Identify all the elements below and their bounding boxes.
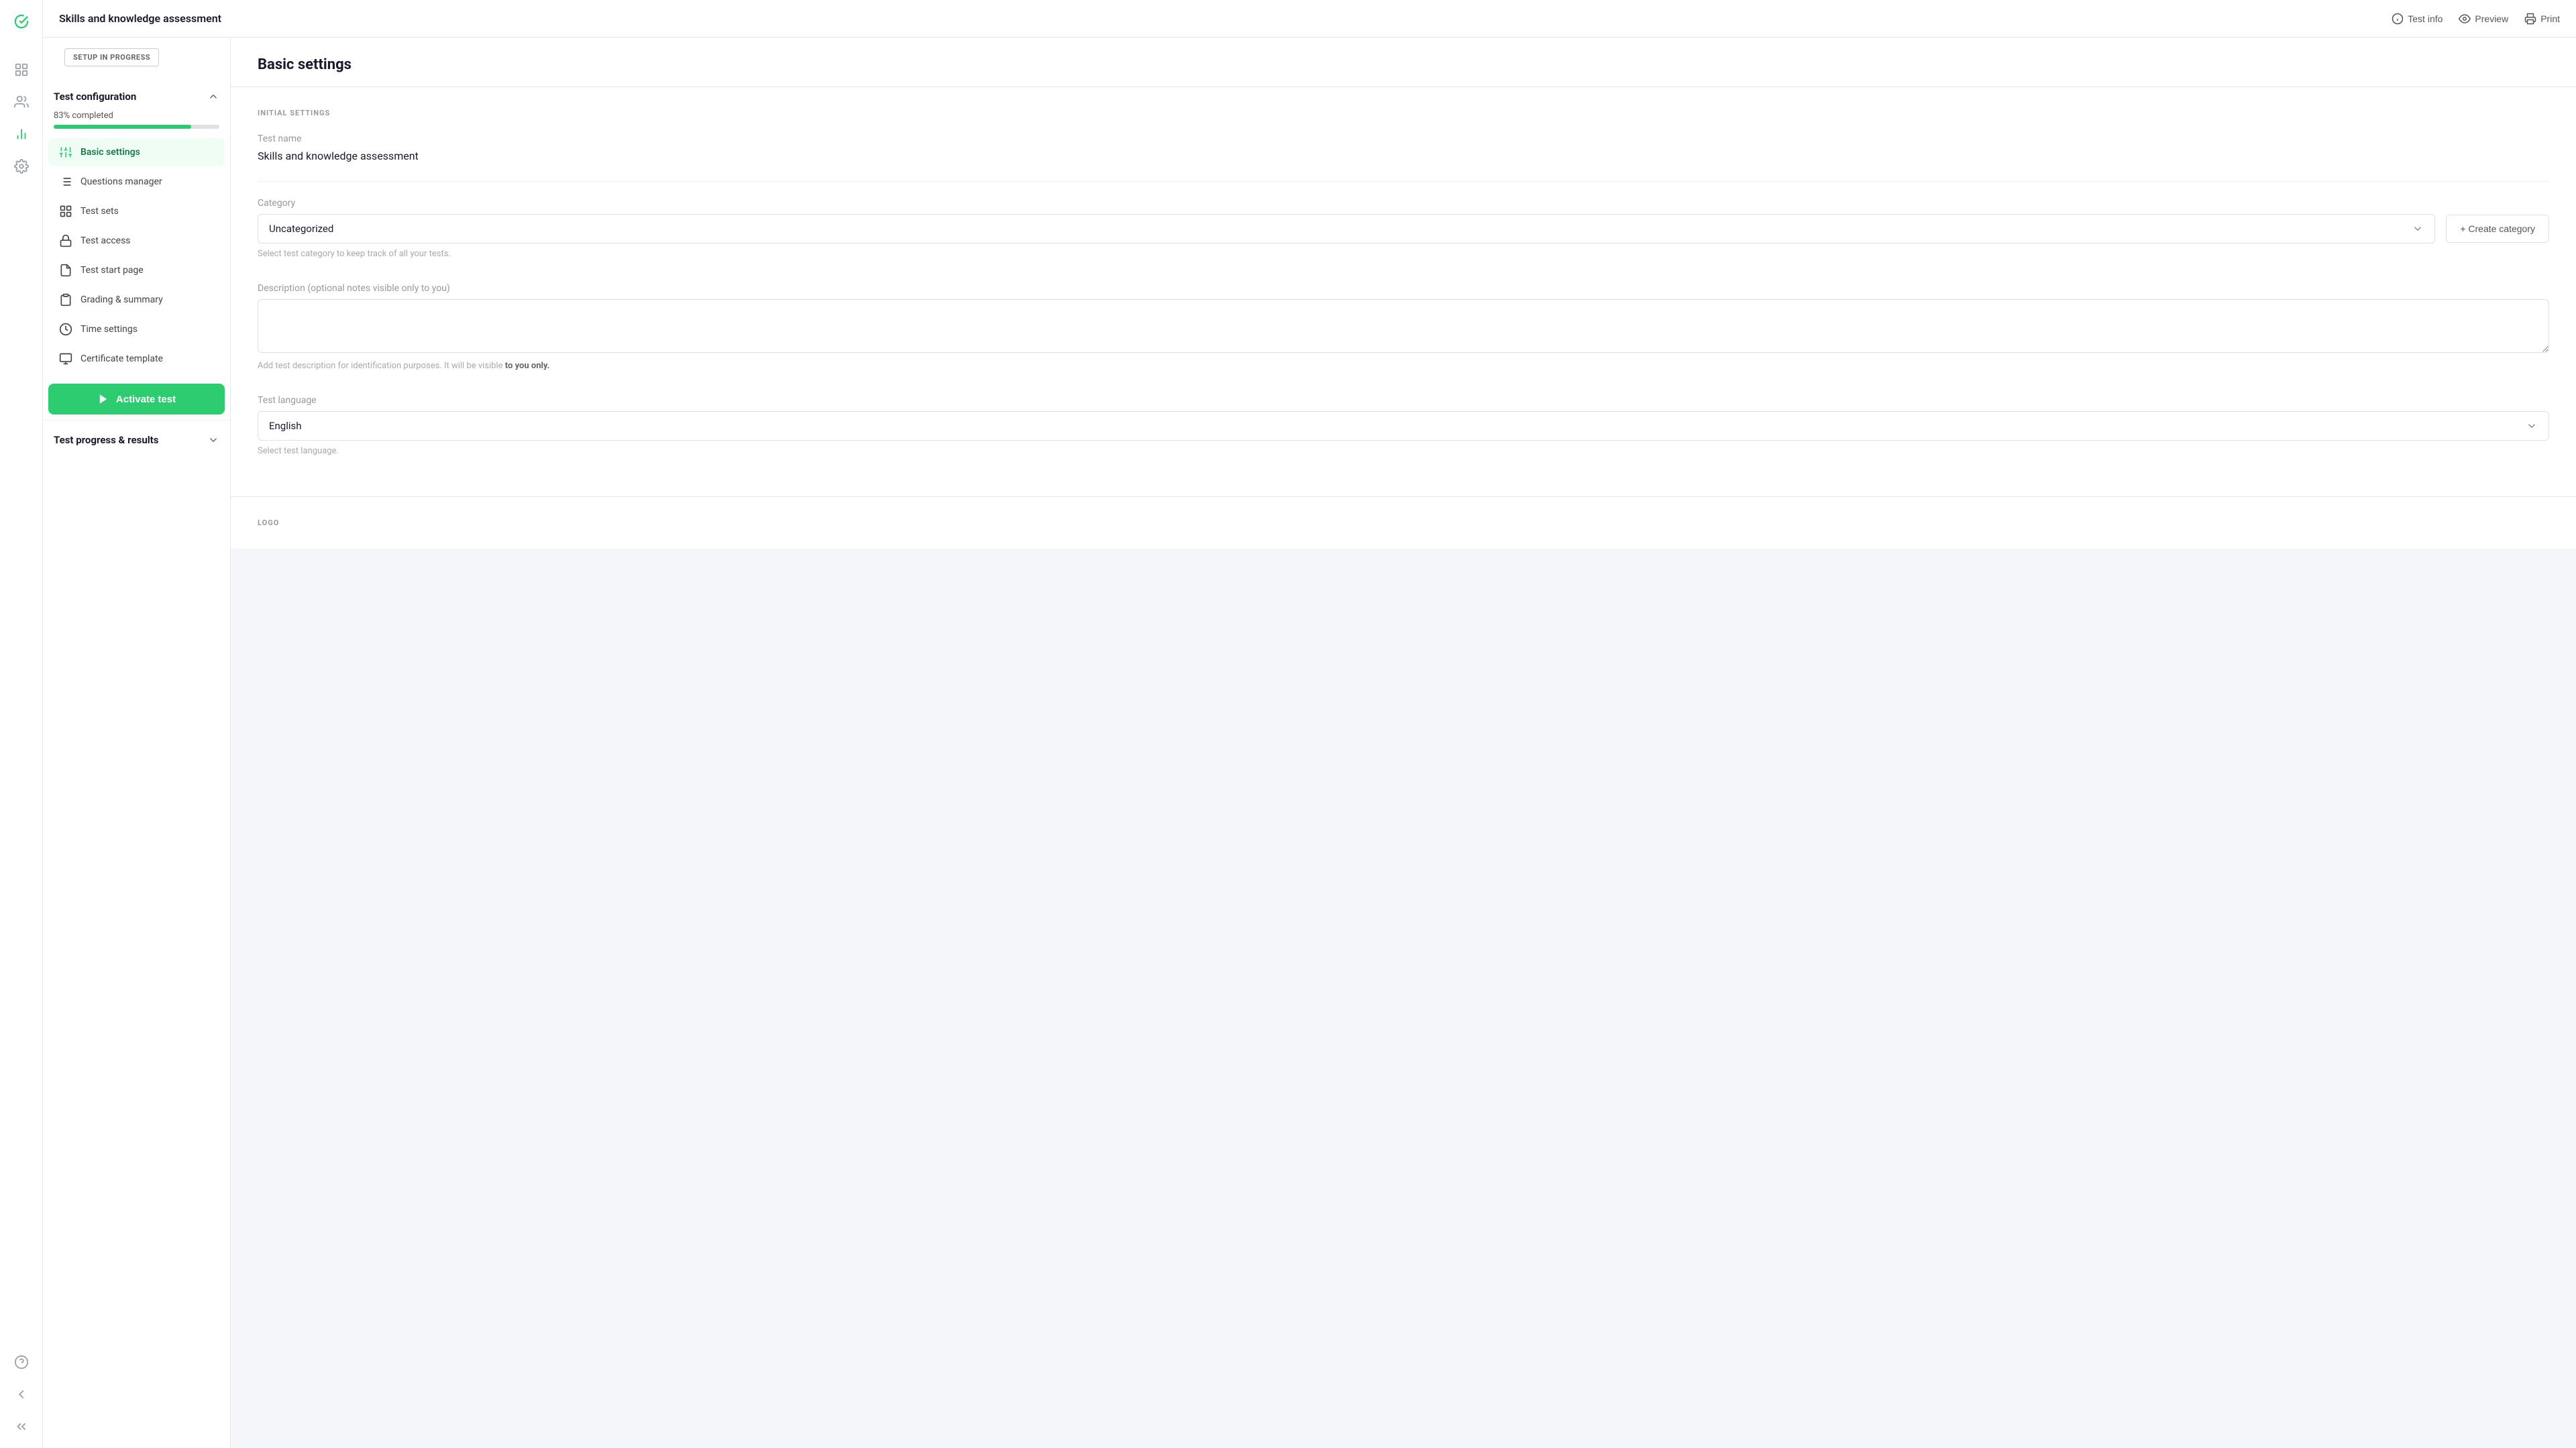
category-label: Category — [258, 198, 2549, 209]
nav-dashboard[interactable] — [8, 56, 35, 83]
nav-users[interactable] — [8, 89, 35, 115]
language-hint: Select test language. — [258, 446, 2549, 456]
progress-row: 83% completed — [43, 108, 230, 137]
top-header: Skills and knowledge assessment Test inf… — [43, 0, 2576, 38]
preview-button[interactable]: Preview — [2459, 13, 2508, 25]
main-content: Basic settings INITIAL SETTINGS Test nam… — [231, 38, 2576, 1448]
language-label: Test language — [258, 395, 2549, 406]
sidebar-item-test-access[interactable]: Test access — [48, 227, 225, 255]
config-section-title: Test configuration — [54, 91, 136, 103]
setup-badge: SETUP IN PROGRESS — [64, 48, 159, 66]
category-select[interactable]: Uncategorized — [258, 214, 2435, 243]
clipboard-icon — [59, 293, 72, 307]
section-title-bar: Basic settings — [231, 38, 2576, 87]
test-info-button[interactable]: Test info — [2392, 13, 2443, 25]
sidebar-item-questions-manager[interactable]: Questions manager — [48, 168, 225, 196]
config-section-header[interactable]: Test configuration — [43, 85, 230, 108]
nav-settings[interactable] — [8, 153, 35, 180]
print-button[interactable]: Print — [2524, 13, 2560, 25]
certificate-icon — [59, 352, 72, 366]
nav-collapse[interactable] — [8, 1413, 35, 1440]
initial-settings-label: INITIAL SETTINGS — [258, 109, 2549, 117]
description-label: Description (optional notes visible only… — [258, 283, 2549, 294]
info-icon — [2392, 13, 2404, 25]
create-category-button[interactable]: + Create category — [2446, 215, 2549, 243]
eye-icon — [2459, 13, 2471, 25]
section-heading: Basic settings — [258, 56, 2549, 73]
icon-bar — [0, 0, 43, 1448]
progress-bar-bg — [54, 125, 219, 129]
logo-label: LOGO — [258, 518, 2549, 527]
category-value: Uncategorized — [269, 223, 333, 235]
description-hint: Add test description for identification … — [258, 361, 2549, 371]
file-icon — [59, 264, 72, 277]
chevron-down-icon — [2526, 420, 2538, 432]
category-group: Category Uncategorized + Create category — [258, 198, 2549, 259]
play-icon — [97, 393, 109, 405]
progress-bar-fill — [54, 125, 191, 129]
description-group: Description (optional notes visible only… — [258, 283, 2549, 371]
results-section-title: Test progress & results — [54, 434, 158, 446]
description-textarea[interactable] — [258, 299, 2549, 353]
initial-settings-card: INITIAL SETTINGS Test name Skills and kn… — [231, 87, 2576, 497]
sidebar-item-certificate-template[interactable]: Certificate template — [48, 345, 225, 373]
nav-tests[interactable] — [8, 121, 35, 148]
language-group: Test language English Select test langua… — [258, 395, 2549, 456]
header-actions: Test info Preview Print — [2392, 13, 2560, 25]
category-hint: Select test category to keep track of al… — [258, 249, 2549, 259]
page-title: Skills and knowledge assessment — [59, 12, 2392, 25]
sidebar-item-test-start-page[interactable]: Test start page — [48, 256, 225, 284]
activate-test-button[interactable]: Activate test — [48, 384, 225, 414]
chevron-down-icon — [207, 434, 219, 446]
progress-text: 83% completed — [54, 111, 219, 121]
list-icon — [59, 175, 72, 188]
chevron-down-icon — [2412, 223, 2424, 235]
sidebar-item-test-sets[interactable]: Test sets — [48, 197, 225, 225]
language-select[interactable]: English — [258, 411, 2549, 441]
sidebar-item-basic-settings[interactable]: Basic settings — [48, 138, 225, 166]
sliders-icon — [59, 146, 72, 159]
test-name-group: Test name Skills and knowledge assessmen… — [258, 133, 2549, 162]
sidebar-item-grading-summary[interactable]: Grading & summary — [48, 286, 225, 314]
test-name-label: Test name — [258, 133, 2549, 144]
grid-small-icon — [59, 205, 72, 218]
logo-section: LOGO — [231, 497, 2576, 549]
language-value: English — [269, 420, 302, 432]
sidebar-item-time-settings[interactable]: Time settings — [48, 315, 225, 343]
printer-icon — [2524, 13, 2536, 25]
nav-help[interactable] — [8, 1349, 35, 1376]
results-section-header[interactable]: Test progress & results — [43, 429, 230, 451]
nav-back[interactable] — [8, 1381, 35, 1408]
clock-icon — [59, 323, 72, 336]
app-logo[interactable] — [8, 8, 35, 35]
lock-icon — [59, 234, 72, 247]
sidebar: SETUP IN PROGRESS Test configuration 83%… — [43, 38, 231, 1448]
test-name-value: Skills and knowledge assessment — [258, 150, 2549, 162]
chevron-up-icon — [207, 91, 219, 103]
